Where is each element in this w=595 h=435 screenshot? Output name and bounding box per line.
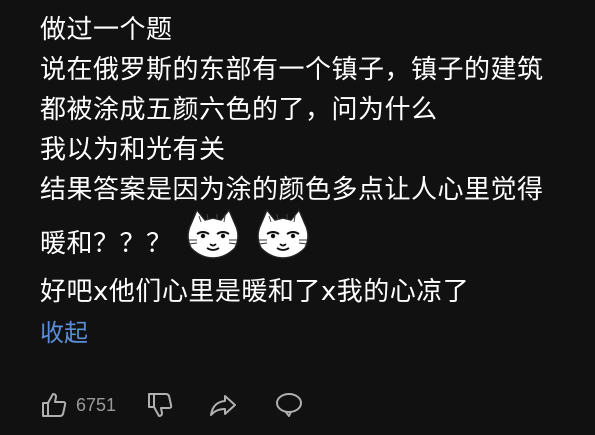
collapse-link[interactable]: 收起 (40, 314, 580, 352)
comment-line-7: 好吧x他们心里是暖和了x我的心凉了 (40, 277, 470, 307)
cat-face-sticker-icon (256, 208, 309, 259)
comment-line-5: 结果答案是因为涂的颜色多点让人心里觉得 (40, 175, 544, 205)
comment-line-6-row: 暖和？？？ (40, 208, 580, 272)
comment-actions: 6751 (40, 388, 304, 422)
dislike-button[interactable] (146, 391, 174, 419)
like-count: 6751 (76, 394, 117, 415)
sticker-group (183, 206, 313, 260)
comment-line-4: 我以为和光有关 (40, 135, 226, 165)
share-arrow-icon (210, 395, 237, 416)
reply-button[interactable] (274, 391, 304, 419)
comment-bubble-icon (276, 393, 303, 417)
like-button[interactable]: 6751 (40, 391, 116, 419)
thumbs-down-icon (148, 393, 173, 417)
comment-line-3: 都被涂成五颜六色的了，问为什么 (40, 95, 438, 125)
comment-line-1: 做过一个题 (40, 15, 173, 45)
share-button[interactable] (208, 391, 238, 419)
cat-face-sticker-icon (186, 208, 239, 259)
thumbs-up-icon (42, 393, 67, 417)
comment-body: 做过一个题 说在俄罗斯的东部有一个镇子，镇子的建筑 都被涂成五颜六色的了，问为什… (40, 10, 580, 352)
comment-line-6: 暖和？？？ (40, 229, 173, 259)
comment-line-2: 说在俄罗斯的东部有一个镇子，镇子的建筑 (40, 55, 544, 85)
